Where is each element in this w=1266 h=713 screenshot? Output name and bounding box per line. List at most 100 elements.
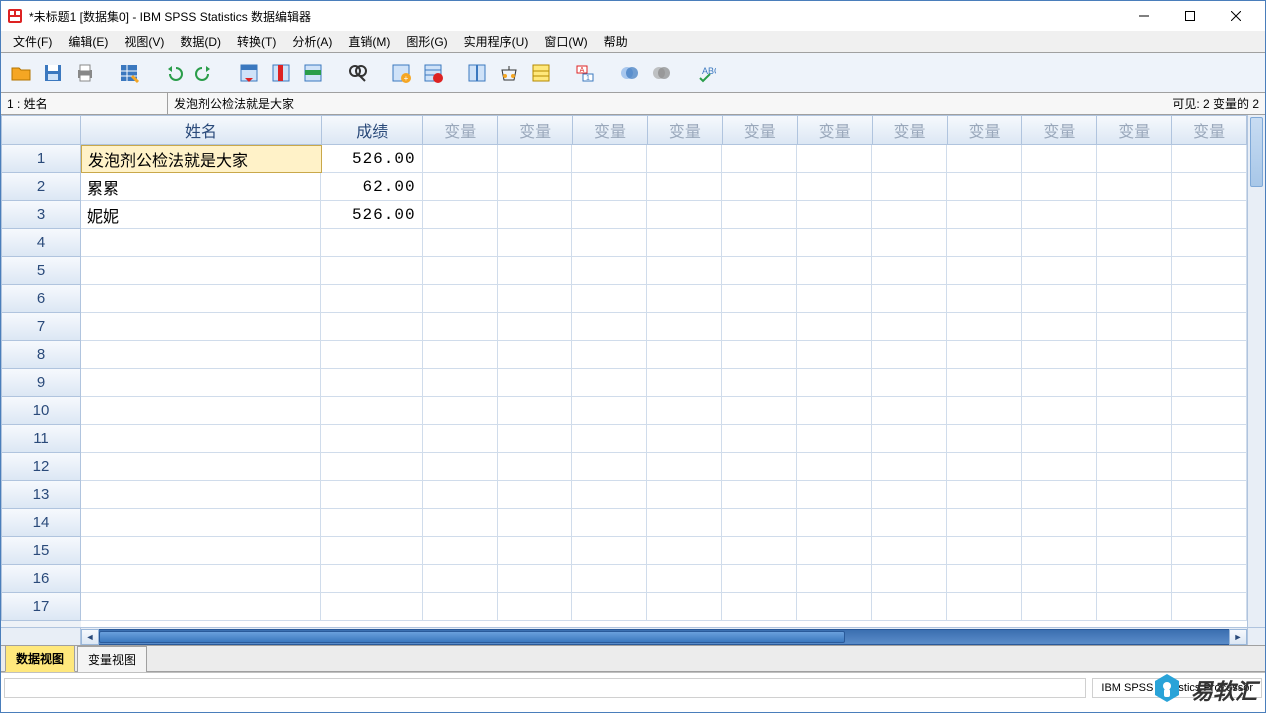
menu-数据[interactable]: 数据(D) xyxy=(172,31,229,52)
grid-cell[interactable] xyxy=(647,229,722,257)
grid-cell[interactable] xyxy=(423,173,498,201)
grid-cell[interactable] xyxy=(797,565,872,593)
grid-cell[interactable] xyxy=(872,341,947,369)
row-header[interactable]: 11 xyxy=(1,425,81,453)
grid-cell[interactable] xyxy=(81,285,321,313)
grid-cell[interactable] xyxy=(572,565,647,593)
grid-cell[interactable] xyxy=(423,565,498,593)
grid-cell[interactable] xyxy=(1172,425,1247,453)
grid-cell[interactable] xyxy=(722,509,797,537)
save-button[interactable] xyxy=(39,59,67,87)
grid-cell[interactable] xyxy=(797,593,872,621)
grid-cell[interactable] xyxy=(498,229,573,257)
grid-cell[interactable] xyxy=(1022,145,1097,173)
grid-cell[interactable] xyxy=(572,593,647,621)
find-button[interactable] xyxy=(343,59,371,87)
grid-cell[interactable] xyxy=(647,565,722,593)
row-header[interactable]: 1 xyxy=(1,145,81,173)
grid-cell[interactable] xyxy=(722,369,797,397)
grid-cell[interactable] xyxy=(1022,369,1097,397)
grid-cell[interactable] xyxy=(498,257,573,285)
grid-cell[interactable] xyxy=(872,537,947,565)
grid-cell[interactable] xyxy=(647,593,722,621)
grid-cell[interactable] xyxy=(498,425,573,453)
grid-cell[interactable] xyxy=(797,313,872,341)
scroll-right-icon[interactable]: ► xyxy=(1229,629,1247,645)
grid-cell[interactable] xyxy=(498,593,573,621)
grid-cell[interactable]: 62.00 xyxy=(321,173,422,201)
grid-cell[interactable] xyxy=(1097,537,1172,565)
grid-cell[interactable] xyxy=(1097,257,1172,285)
grid-cell[interactable] xyxy=(797,285,872,313)
grid-cell[interactable] xyxy=(1097,145,1172,173)
grid-cell[interactable] xyxy=(722,481,797,509)
grid-cell[interactable] xyxy=(1022,425,1097,453)
grid-cell[interactable] xyxy=(947,481,1022,509)
grid-cell[interactable] xyxy=(498,397,573,425)
column-header[interactable]: 变量 xyxy=(873,115,948,145)
grid-cell[interactable] xyxy=(498,341,573,369)
grid-cell[interactable] xyxy=(321,565,422,593)
tab-variable-view[interactable]: 变量视图 xyxy=(77,646,147,672)
grid-cell[interactable] xyxy=(81,341,321,369)
row-header[interactable]: 8 xyxy=(1,341,81,369)
grid-cell[interactable] xyxy=(498,285,573,313)
menu-直销[interactable]: 直销(M) xyxy=(340,31,398,52)
grid-cell[interactable]: 累累 xyxy=(81,173,321,201)
grid-cell[interactable] xyxy=(647,397,722,425)
grid-cell[interactable] xyxy=(1172,565,1247,593)
grid-cell[interactable] xyxy=(1172,173,1247,201)
grid-cell[interactable] xyxy=(321,397,422,425)
grid-cell[interactable] xyxy=(872,201,947,229)
grid-cell[interactable] xyxy=(423,537,498,565)
grid-cell[interactable] xyxy=(722,425,797,453)
grid-cell[interactable] xyxy=(81,425,321,453)
grid-cell[interactable] xyxy=(947,509,1022,537)
grid-cell[interactable] xyxy=(572,201,647,229)
grid-cell[interactable] xyxy=(498,537,573,565)
grid-cell[interactable] xyxy=(647,341,722,369)
grid-cell[interactable] xyxy=(423,229,498,257)
grid-cell[interactable] xyxy=(321,341,422,369)
grid-cell[interactable] xyxy=(872,369,947,397)
grid-cell[interactable]: 526.00 xyxy=(322,145,423,173)
menu-文件[interactable]: 文件(F) xyxy=(5,31,60,52)
grid-cell[interactable] xyxy=(1172,593,1247,621)
grid-cell[interactable] xyxy=(423,453,498,481)
grid-cell[interactable] xyxy=(498,173,573,201)
grid-cell[interactable] xyxy=(423,285,498,313)
grid-cell[interactable] xyxy=(423,509,498,537)
grid-cell[interactable] xyxy=(572,537,647,565)
column-header[interactable]: 变量 xyxy=(1097,115,1172,145)
grid-cell[interactable] xyxy=(1022,201,1097,229)
grid-cell[interactable] xyxy=(872,593,947,621)
grid-cell[interactable] xyxy=(797,201,872,229)
row-header[interactable]: 15 xyxy=(1,537,81,565)
grid-cell[interactable]: 发泡剂公检法就是大家 xyxy=(81,145,322,173)
grid-cell[interactable] xyxy=(947,425,1022,453)
row-header[interactable]: 12 xyxy=(1,453,81,481)
grid-cell[interactable] xyxy=(81,453,321,481)
grid-cell[interactable] xyxy=(321,425,422,453)
grid-cell[interactable] xyxy=(722,145,797,173)
grid-cell[interactable] xyxy=(572,341,647,369)
grid-cell[interactable] xyxy=(947,565,1022,593)
grid-cell[interactable] xyxy=(1097,565,1172,593)
grid-cell[interactable] xyxy=(947,369,1022,397)
grid-cell[interactable] xyxy=(572,425,647,453)
column-header[interactable]: 变量 xyxy=(1022,115,1097,145)
grid-cell[interactable] xyxy=(1097,425,1172,453)
column-header[interactable]: 姓名 xyxy=(81,115,322,145)
grid-cell[interactable] xyxy=(1172,537,1247,565)
row-header[interactable]: 3 xyxy=(1,201,81,229)
grid-cell[interactable] xyxy=(423,425,498,453)
vars-button[interactable] xyxy=(267,59,295,87)
grid-cell[interactable] xyxy=(81,481,321,509)
grid-cell[interactable] xyxy=(423,313,498,341)
grid-cell[interactable] xyxy=(321,285,422,313)
grid-cell[interactable] xyxy=(1097,341,1172,369)
column-header[interactable]: 变量 xyxy=(648,115,723,145)
grid-cell[interactable] xyxy=(722,229,797,257)
grid-cell[interactable] xyxy=(797,369,872,397)
column-header[interactable]: 变量 xyxy=(573,115,648,145)
